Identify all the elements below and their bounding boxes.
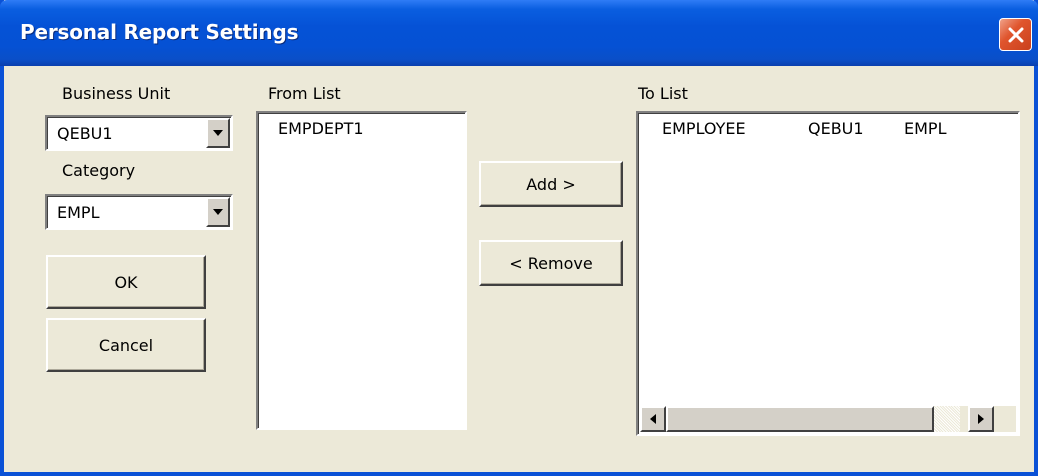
category-value: EMPL [57,203,100,222]
scrollbar-thumb[interactable] [666,406,934,432]
title-bar[interactable]: Personal Report Settings [0,0,1038,66]
close-button[interactable] [999,18,1032,51]
to-list[interactable]: EMPLOYEE QEBU1 EMPL [636,111,1020,436]
list-item[interactable]: EMPDEPT1 [278,119,364,138]
business-unit-value: QEBU1 [57,124,113,143]
window-title: Personal Report Settings [20,20,299,44]
to-list-label: To List [638,84,688,103]
business-unit-label: Business Unit [62,84,171,103]
ok-button[interactable]: OK [46,255,206,309]
remove-button[interactable]: < Remove [479,240,623,286]
add-button[interactable]: Add > [479,161,623,207]
to-list-col2: QEBU1 [808,119,864,138]
category-dropdown-button[interactable] [206,197,230,227]
close-icon [1008,27,1023,42]
scrollbar-track[interactable] [934,406,960,432]
from-list-label: From List [268,84,341,103]
dialog-window: Personal Report Settings Business Unit Q… [0,0,1038,476]
business-unit-select[interactable]: QEBU1 [45,115,233,151]
scroll-left-button[interactable] [640,406,666,432]
horizontal-scrollbar[interactable] [640,406,1016,432]
business-unit-dropdown-button[interactable] [206,118,230,148]
arrow-right-icon [978,414,984,424]
from-list[interactable]: EMPDEPT1 [256,111,467,430]
category-label: Category [62,161,136,180]
category-select[interactable]: EMPL [45,194,233,230]
arrow-left-icon [650,414,656,424]
chevron-down-icon [213,209,223,215]
chevron-down-icon [213,130,223,136]
scroll-right-button[interactable] [968,406,994,432]
to-list-col3: EMPL [904,119,947,138]
to-list-col1: EMPLOYEE [662,119,746,138]
cancel-button[interactable]: Cancel [46,318,206,372]
